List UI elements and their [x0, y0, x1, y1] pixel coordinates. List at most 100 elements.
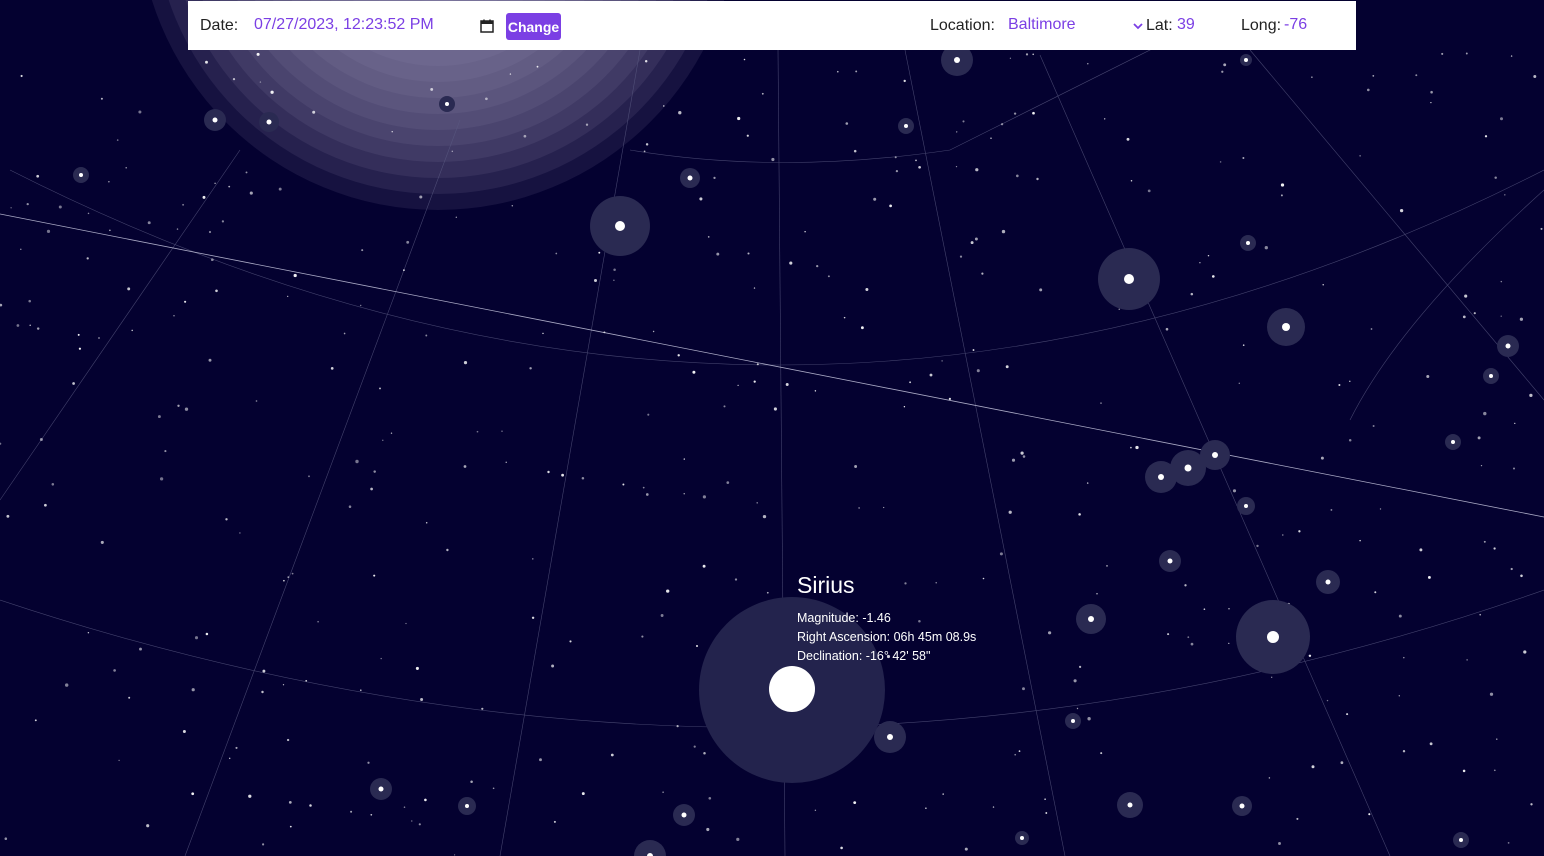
sirius-core[interactable]	[769, 666, 815, 712]
star	[87, 631, 90, 634]
star	[970, 241, 974, 245]
bright-star[interactable]	[687, 175, 693, 181]
bright-star[interactable]	[212, 117, 218, 123]
star	[737, 116, 741, 121]
star	[974, 237, 978, 241]
star	[956, 131, 958, 133]
bright-star[interactable]	[1489, 374, 1493, 378]
star	[86, 257, 89, 260]
bright-star[interactable]	[1167, 558, 1173, 564]
bright-star[interactable]	[681, 812, 687, 818]
star	[202, 195, 206, 199]
star	[1311, 765, 1315, 769]
sky-map[interactable]	[0, 0, 1544, 856]
star	[865, 288, 869, 291]
star	[1087, 62, 1089, 65]
star	[1466, 659, 1468, 661]
star	[355, 459, 359, 464]
star	[1366, 88, 1370, 92]
star	[753, 380, 756, 383]
star	[610, 753, 614, 757]
bright-star[interactable]	[1282, 323, 1290, 331]
change-button[interactable]: Change	[506, 13, 561, 40]
bright-star[interactable]	[1244, 58, 1248, 62]
bright-star[interactable]	[1239, 803, 1245, 809]
star	[909, 381, 912, 384]
star	[361, 249, 364, 252]
bright-star[interactable]	[954, 57, 960, 63]
star	[1368, 813, 1371, 816]
star	[1484, 135, 1488, 138]
star	[843, 316, 846, 319]
bright-star[interactable]	[1124, 274, 1134, 284]
star	[1430, 101, 1432, 104]
bright-star[interactable]	[1244, 504, 1248, 508]
star	[1326, 699, 1329, 702]
bright-star[interactable]	[1184, 464, 1192, 472]
location-select[interactable]: Baltimore	[1006, 13, 1146, 39]
star	[87, 212, 90, 215]
bright-star[interactable]	[904, 124, 908, 128]
bright-star[interactable]	[1088, 616, 1094, 622]
bright-star[interactable]	[1459, 838, 1463, 842]
bright-star[interactable]	[1071, 719, 1075, 723]
star	[1510, 55, 1513, 57]
star	[370, 487, 373, 491]
bright-star[interactable]	[1246, 241, 1250, 245]
star	[463, 465, 467, 468]
bright-star[interactable]	[1158, 474, 1164, 480]
bright-star[interactable]	[465, 804, 469, 808]
star	[308, 475, 310, 478]
star	[391, 131, 393, 133]
star	[663, 105, 665, 107]
bright-star[interactable]	[1267, 631, 1279, 643]
bright-star[interactable]	[1020, 836, 1024, 840]
bright-star[interactable]	[1212, 452, 1218, 458]
star	[1078, 665, 1082, 669]
star	[127, 287, 131, 291]
star	[622, 483, 625, 486]
star	[756, 363, 759, 366]
star	[1480, 464, 1483, 467]
star	[380, 657, 382, 660]
star	[1403, 656, 1405, 659]
long-label: Long:	[1241, 17, 1282, 34]
bright-star[interactable]	[445, 102, 449, 106]
star	[702, 564, 706, 568]
bright-star[interactable]	[266, 119, 272, 125]
star	[1530, 803, 1533, 806]
star	[1489, 692, 1494, 696]
star	[239, 532, 241, 534]
star	[1232, 489, 1237, 493]
star	[1298, 530, 1301, 533]
calendar-icon[interactable]	[479, 18, 495, 34]
star	[58, 205, 62, 209]
bright-star[interactable]	[378, 786, 384, 792]
star	[1018, 750, 1021, 752]
bright-star[interactable]	[615, 221, 625, 231]
star	[262, 843, 265, 846]
star	[1477, 436, 1481, 440]
bright-star[interactable]	[1505, 343, 1511, 349]
star	[1322, 284, 1324, 286]
bright-star[interactable]	[79, 173, 83, 177]
bright-star[interactable]	[1325, 579, 1331, 585]
star	[288, 801, 292, 804]
star	[350, 810, 353, 813]
star	[164, 450, 167, 453]
star	[420, 698, 424, 701]
date-input[interactable]: 07/27/2023, 12:23:52 PM	[252, 13, 498, 39]
bright-star[interactable]	[1451, 440, 1455, 444]
lat-value[interactable]: 39	[1177, 16, 1195, 34]
toolbar: Date: 07/27/2023, 12:23:52 PM Change Loc…	[188, 1, 1356, 50]
chevron-down-icon[interactable]	[1132, 20, 1144, 32]
star	[1036, 177, 1039, 181]
long-value[interactable]: -76	[1284, 16, 1307, 34]
star	[702, 495, 706, 499]
bright-star[interactable]	[1127, 802, 1133, 808]
star	[1013, 112, 1017, 115]
star	[1106, 565, 1108, 567]
star	[235, 746, 238, 749]
bright-star[interactable]	[887, 734, 893, 740]
star	[1462, 769, 1466, 773]
